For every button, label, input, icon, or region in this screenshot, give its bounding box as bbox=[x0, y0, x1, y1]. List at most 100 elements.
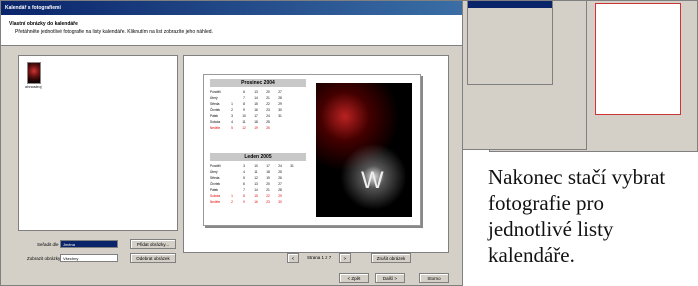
sort-combo[interactable]: Jména bbox=[60, 240, 118, 248]
day-number: 17 bbox=[254, 114, 258, 118]
day-number: 8 bbox=[243, 194, 245, 198]
firework-glyph: W bbox=[361, 167, 384, 194]
calendar-wizard-window: Kalendář s fotografiemi Vlastní obrázky … bbox=[0, 0, 463, 286]
day-name: Neděle bbox=[210, 126, 221, 130]
day-number: 10 bbox=[242, 114, 246, 118]
day-number: 4 bbox=[243, 170, 245, 174]
remove-photo-button[interactable]: Odebrat obrázek bbox=[130, 253, 176, 263]
prev-page-button[interactable]: < bbox=[287, 253, 299, 263]
wizard-header: Vlastní obrázky do kalendáře Přetáhněte … bbox=[1, 15, 462, 46]
sort-label: Seřadit dle bbox=[37, 242, 59, 247]
day-number: 27 bbox=[278, 182, 282, 186]
day-number: 20 bbox=[266, 90, 270, 94]
day-number: 22 bbox=[266, 102, 270, 106]
day-number: 28 bbox=[278, 96, 282, 100]
back-button[interactable]: < Zpět bbox=[339, 273, 369, 283]
month-title: Prosinec 2004 bbox=[210, 79, 306, 87]
day-name: Čtvrtek bbox=[210, 182, 221, 186]
day-number: 3 bbox=[231, 114, 233, 118]
day-number: 22 bbox=[266, 194, 270, 198]
day-number: 11 bbox=[242, 120, 246, 124]
color-dialog bbox=[467, 0, 553, 85]
filter-combo[interactable]: Všechny bbox=[60, 254, 118, 262]
page-indicator: Strana 1 z 7 bbox=[307, 255, 332, 260]
day-number: 6 bbox=[243, 90, 245, 94]
wizard-heading: Vlastní obrázky do kalendáře bbox=[9, 21, 78, 27]
day-number: 16 bbox=[254, 200, 258, 204]
day-number: 21 bbox=[266, 96, 270, 100]
day-number: 23 bbox=[266, 200, 270, 204]
day-number: 21 bbox=[266, 188, 270, 192]
photo-thumbnail-list[interactable]: ohnostroj bbox=[18, 55, 178, 231]
day-number: 6 bbox=[243, 182, 245, 186]
day-number: 10 bbox=[254, 164, 258, 168]
day-number: 8 bbox=[243, 102, 245, 106]
day-name: Úterý bbox=[210, 170, 218, 174]
calendar-preview-panel: Prosinec 2004 Pondělí 6 13 20 27 Úterý 7 14 21 28… bbox=[183, 55, 449, 253]
day-number: 19 bbox=[266, 176, 270, 180]
wizard-subheading: Přetáhněte jednotlivé fotografie na list… bbox=[15, 29, 213, 35]
month-block: Prosinec 2004 Pondělí 6 13 20 27 Úterý 7 14 21 28… bbox=[210, 79, 306, 131]
day-name: Pátek bbox=[210, 114, 219, 118]
day-number: 24 bbox=[278, 164, 282, 168]
color-dialog-titlebar bbox=[468, 1, 552, 8]
day-number: 18 bbox=[266, 170, 270, 174]
day-name: Sobota bbox=[210, 194, 221, 198]
day-number: 25 bbox=[278, 170, 282, 174]
window-title: Kalendář s fotografiemi bbox=[1, 1, 462, 15]
day-name: Neděle bbox=[210, 200, 221, 204]
day-number: 5 bbox=[231, 126, 233, 130]
day-name: Středa bbox=[210, 176, 220, 180]
day-number: 27 bbox=[278, 90, 282, 94]
calendar-photo[interactable]: W bbox=[316, 83, 412, 217]
photo-thumbnail-label: ohnostroj bbox=[25, 84, 42, 89]
day-number: 14 bbox=[254, 188, 258, 192]
filter-label: Zobrazit obrázky bbox=[27, 256, 61, 261]
day-number: 24 bbox=[266, 114, 270, 118]
calendar-week-row: Neděle 2 9 16 23 30 bbox=[210, 199, 306, 205]
add-photos-button[interactable]: Přidat obrázky... bbox=[130, 239, 176, 249]
day-name: Středa bbox=[210, 102, 220, 106]
day-number: 13 bbox=[254, 90, 258, 94]
calendar-week-row: Neděle 5 12 19 26 bbox=[210, 125, 306, 131]
day-number: 2 bbox=[231, 200, 233, 204]
photo-thumbnail[interactable] bbox=[27, 62, 41, 84]
day-number: 14 bbox=[254, 96, 258, 100]
day-number: 26 bbox=[278, 176, 282, 180]
day-number: 15 bbox=[254, 194, 258, 198]
calendar-page[interactable]: Prosinec 2004 Pondělí 6 13 20 27 Úterý 7 14 21 28… bbox=[203, 74, 421, 226]
day-number: 26 bbox=[266, 126, 270, 130]
day-number: 30 bbox=[278, 200, 282, 204]
day-number: 3 bbox=[243, 164, 245, 168]
day-number: 31 bbox=[290, 164, 294, 168]
day-number: 20 bbox=[266, 182, 270, 186]
day-number: 7 bbox=[243, 96, 245, 100]
cancel-button[interactable]: Storno bbox=[419, 273, 449, 283]
day-name: Úterý bbox=[210, 96, 218, 100]
day-number: 11 bbox=[254, 170, 258, 174]
day-number: 16 bbox=[254, 108, 258, 112]
day-number: 25 bbox=[266, 120, 270, 124]
next-button[interactable]: Další > bbox=[375, 273, 405, 283]
month-title: Leden 2005 bbox=[210, 153, 306, 161]
day-number: 28 bbox=[278, 188, 282, 192]
next-page-button[interactable]: > bbox=[339, 253, 351, 263]
day-number: 1 bbox=[231, 194, 233, 198]
day-name: Pátek bbox=[210, 188, 219, 192]
day-number: 23 bbox=[266, 108, 270, 112]
day-number: 13 bbox=[254, 182, 258, 186]
day-number: 17 bbox=[266, 164, 270, 168]
day-number: 2 bbox=[231, 108, 233, 112]
day-name: Sobota bbox=[210, 120, 221, 124]
day-name: Pondělí bbox=[210, 164, 221, 168]
clear-photo-button[interactable]: Zrušit obrázek bbox=[371, 253, 411, 263]
day-number: 15 bbox=[254, 102, 258, 106]
day-name: Čtvrtek bbox=[210, 108, 221, 112]
month-block: Leden 2005 Pondělí 3 10 17 24 31 Úterý 4 11 18 25 S… bbox=[210, 153, 306, 205]
day-number: 12 bbox=[254, 176, 258, 180]
day-number: 1 bbox=[231, 102, 233, 106]
caption-text: Nakonec stačí vybrat fotografie pro jedn… bbox=[488, 165, 666, 267]
day-number: 18 bbox=[254, 120, 258, 124]
day-number: 9 bbox=[243, 200, 245, 204]
day-number: 5 bbox=[243, 176, 245, 180]
